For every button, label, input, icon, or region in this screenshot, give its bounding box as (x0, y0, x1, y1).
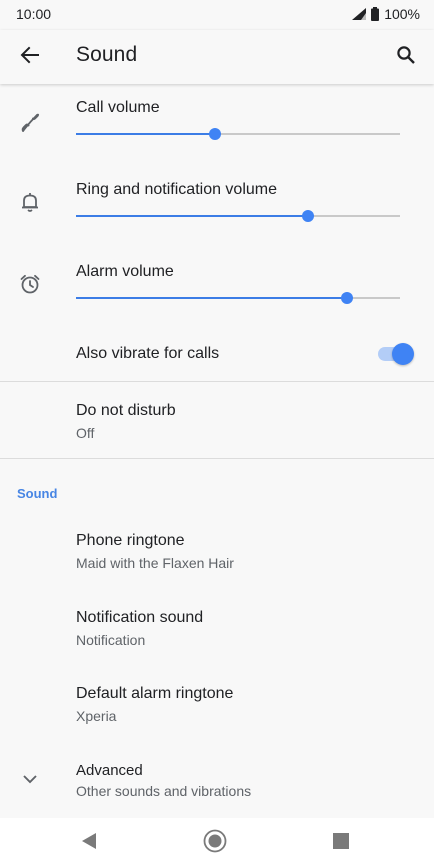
divider (0, 458, 434, 459)
do-not-disturb-title: Do not disturb (76, 402, 176, 419)
search-icon (396, 45, 416, 70)
slider-thumb[interactable] (340, 292, 353, 304)
phone-handset-icon (18, 110, 42, 134)
nav-recents-button[interactable] (328, 830, 354, 856)
slider-fill (76, 215, 308, 217)
alarm-volume-slider[interactable] (76, 291, 400, 305)
signal-icon (352, 8, 367, 20)
call-volume-label: Call volume (76, 99, 160, 116)
nav-back-icon (81, 832, 97, 855)
status-bar: 10:00 100% (0, 0, 434, 30)
nav-recents-icon (333, 832, 349, 854)
alarm-ringtone-title: Default alarm ringtone (76, 685, 234, 702)
alarm-clock-icon (18, 272, 42, 296)
battery-icon (371, 7, 380, 21)
ring-volume-slider[interactable] (76, 209, 400, 223)
do-not-disturb-row[interactable] (0, 382, 434, 458)
toggle-knob (392, 343, 414, 365)
ring-volume-label: Ring and notification volume (76, 181, 278, 198)
arrow-back-icon (20, 45, 40, 70)
back-button[interactable] (14, 42, 46, 72)
slider-thumb[interactable] (209, 128, 222, 140)
chevron-down-icon (18, 767, 42, 791)
notification-sound-title: Notification sound (76, 609, 204, 626)
bell-icon (18, 190, 42, 214)
phone-ringtone-value: Maid with the Flaxen Hair (76, 555, 234, 571)
nav-home-button[interactable] (202, 829, 228, 858)
notification-sound-value: Notification (76, 632, 146, 648)
navigation-bar (0, 818, 434, 868)
advanced-summary: Other sounds and vibrations (76, 783, 252, 799)
do-not-disturb-value: Off (76, 425, 95, 441)
phone-ringtone-title: Phone ringtone (76, 532, 185, 549)
phone-ringtone-row[interactable] (0, 514, 434, 586)
nav-home-icon (203, 829, 227, 858)
alarm-volume-label: Alarm volume (76, 263, 174, 280)
app-bar: Sound (0, 30, 434, 84)
slider-fill (76, 133, 216, 135)
call-volume-slider[interactable] (76, 127, 400, 141)
status-time: 10:00 (16, 6, 52, 22)
notification-sound-row[interactable] (0, 590, 434, 662)
advanced-row[interactable] (0, 744, 434, 814)
status-indicators: 100% (352, 6, 420, 22)
battery-percent: 100% (384, 6, 420, 22)
slider-thumb[interactable] (301, 210, 314, 222)
search-button[interactable] (390, 42, 422, 72)
nav-back-button[interactable] (76, 830, 102, 856)
advanced-title: Advanced (76, 762, 143, 779)
page-title: Sound (76, 43, 138, 66)
alarm-ringtone-value: Xperia (76, 708, 117, 724)
vibrate-toggle[interactable] (378, 343, 414, 365)
vibrate-label: Also vibrate for calls (76, 345, 220, 362)
slider-fill (76, 297, 347, 299)
section-header: Sound (17, 486, 58, 501)
